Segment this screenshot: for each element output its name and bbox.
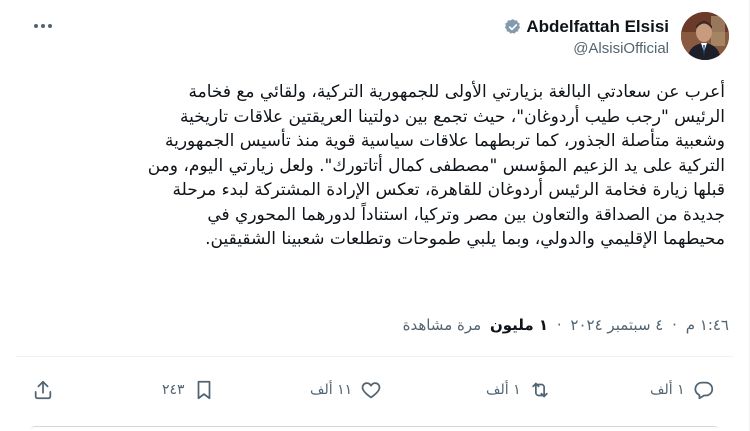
repost-button[interactable]: ١ ألف: [486, 370, 551, 410]
meta-separator: ·: [556, 316, 562, 334]
views-label: مرة مشاهدة: [402, 316, 482, 334]
user-names: Abdelfattah Elsisi @AlsisiOfficial: [504, 16, 669, 57]
tweet-meta: ١:٤٦ م · ٤ سبتمبر ٢٠٢٤ · ١ مليون مرة مشا…: [300, 316, 729, 334]
next-card-edge: [30, 426, 719, 431]
more-dot: [48, 24, 52, 28]
meta-separator: ·: [672, 316, 677, 334]
user-block: Abdelfattah Elsisi @AlsisiOfficial: [504, 12, 729, 68]
views-count[interactable]: ١ مليون: [490, 316, 548, 334]
reply-count: ١ ألف: [650, 382, 685, 398]
tweet-card: Abdelfattah Elsisi @AlsisiOfficial أعرب: [0, 0, 750, 431]
more-dot: [34, 24, 38, 28]
reply-button[interactable]: ١ ألف: [650, 370, 715, 410]
reply-icon: [694, 381, 713, 400]
tweet-text-line: محيطهما الإقليمي والدولي، وبما يلبي طموح…: [205, 229, 725, 249]
tweet-text-line: جديدة من الصداقة والتعاون بين مصر وتركيا…: [207, 204, 725, 225]
tweet-header: Abdelfattah Elsisi @AlsisiOfficial: [20, 12, 729, 68]
avatar[interactable]: [681, 12, 729, 60]
tweet-text-line: الرئيس "رجب طيب أردوغان"، حيث تجمع بين د…: [180, 106, 725, 127]
like-button[interactable]: ١١ ألف: [310, 370, 382, 410]
divider: [16, 356, 733, 357]
tweet-text: أعرب عن سعادتي البالغة بزيارتي الأولى لل…: [74, 80, 725, 252]
display-name[interactable]: Abdelfattah Elsisi: [526, 17, 669, 37]
bookmark-button[interactable]: ٢٤٣: [162, 370, 215, 410]
bookmark-icon: [197, 380, 210, 400]
tweet-time[interactable]: ١:٤٦ م: [686, 316, 729, 334]
display-name-row: Abdelfattah Elsisi: [504, 16, 669, 38]
heart-icon: [361, 382, 381, 399]
user-handle[interactable]: @AlsisiOfficial: [573, 40, 669, 57]
more-options-button[interactable]: [28, 14, 58, 38]
tweet-text-line: قبلها زيارة فخامة الرئيس أردوغان للقاهرة…: [172, 180, 725, 200]
more-dot: [41, 24, 45, 28]
repost-icon: [531, 382, 548, 398]
share-button[interactable]: [32, 370, 54, 410]
share-icon: [34, 380, 52, 400]
tweet-text-line: وشعبية متأصلة الجذور، كما تربطهما علاقات…: [165, 131, 725, 151]
repost-count: ١ ألف: [486, 382, 521, 398]
tweet-text-line: أعرب عن سعادتي البالغة بزيارتي الأولى لل…: [188, 82, 725, 102]
like-count: ١١ ألف: [310, 382, 353, 398]
tweet-text-line: التركية على يد الزعيم المؤسس "مصطفى كمال…: [147, 155, 725, 176]
avatar-image: [681, 12, 729, 60]
verified-badge-icon: [505, 19, 521, 34]
action-bar: ٢٤٣ ١١ ألف ١ ألف ١ ألف: [20, 370, 729, 410]
bookmark-count: ٢٤٣: [162, 382, 185, 398]
tweet-date[interactable]: ٤ سبتمبر ٢٠٢٤: [570, 316, 663, 334]
